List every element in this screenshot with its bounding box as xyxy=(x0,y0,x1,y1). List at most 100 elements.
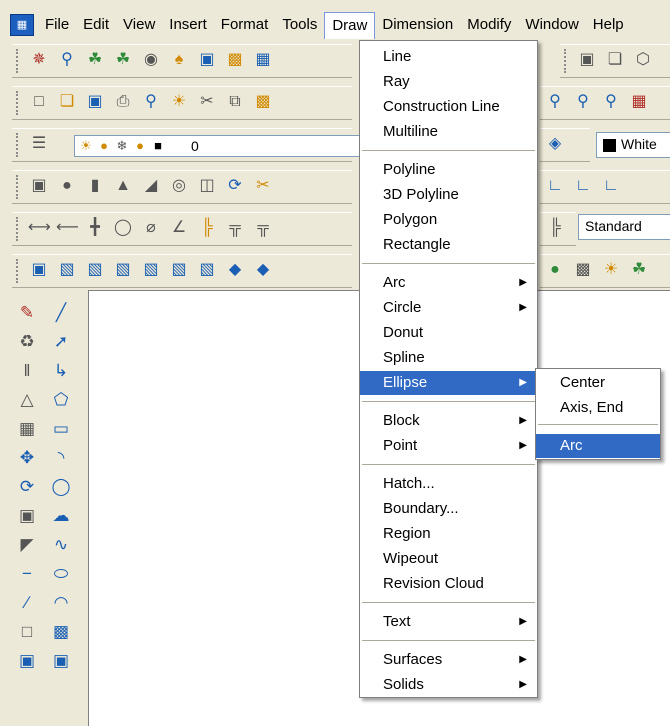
toolbar-grip[interactable] xyxy=(16,49,22,73)
draw-menu-item-solids[interactable]: Solids ▶ xyxy=(360,673,537,697)
linear-dim-icon[interactable]: ⟷ xyxy=(28,217,51,239)
zoom-icon[interactable]: ⚲ xyxy=(56,49,78,71)
lights-icon[interactable]: ☀ xyxy=(600,259,622,281)
color-palette-icon[interactable]: ▦ xyxy=(628,91,650,113)
menu-edit[interactable]: Edit xyxy=(76,12,116,38)
spline-icon[interactable]: ∿ xyxy=(50,534,72,556)
ellipse-submenu-item-center[interactable]: Center xyxy=(536,371,660,395)
orbit2-icon[interactable]: ☘ xyxy=(112,49,134,71)
named-views-icon[interactable]: ▣ xyxy=(196,49,218,71)
menu-insert[interactable]: Insert xyxy=(162,12,214,38)
toolbar-grip[interactable] xyxy=(16,91,22,115)
scenes-icon[interactable]: ▩ xyxy=(572,259,594,281)
menu-view[interactable]: View xyxy=(116,12,162,38)
layer-manager-icon[interactable]: ☰ xyxy=(28,133,50,155)
polygon-icon[interactable]: ⬠ xyxy=(50,389,72,411)
circle-icon[interactable]: ◯ xyxy=(50,476,72,498)
draw-menu-item-polygon[interactable]: Polygon xyxy=(360,208,537,232)
extrude-icon[interactable]: ◫ xyxy=(196,175,218,197)
draw-menu-item-revision-cloud[interactable]: Revision Cloud xyxy=(360,572,537,596)
toolbar-grip[interactable] xyxy=(16,259,22,283)
ellipse-icon[interactable]: ⬭ xyxy=(50,563,72,585)
box-icon[interactable]: ▣ xyxy=(28,175,50,197)
copy-icon[interactable]: ⧉ xyxy=(224,91,246,113)
view-top-icon[interactable]: ▣ xyxy=(576,49,598,71)
baseline-dim-icon[interactable]: ╦ xyxy=(224,217,246,239)
draw-menu-item-construction-line[interactable]: Construction Line xyxy=(360,95,537,119)
revolve-icon[interactable]: ⟳ xyxy=(224,175,246,197)
scale-icon[interactable]: ▣ xyxy=(16,505,38,527)
zoom-window-icon[interactable]: ⚲ xyxy=(572,91,594,113)
preview-icon[interactable]: ⚲ xyxy=(140,91,162,113)
view-iso-icon[interactable]: ❏ xyxy=(604,49,626,71)
landscape-icon[interactable]: ☘ xyxy=(628,259,650,281)
open-icon[interactable]: ❏ xyxy=(56,91,78,113)
pan-icon[interactable]: ✵ xyxy=(28,49,50,71)
view-top-icon[interactable]: ▧ xyxy=(56,259,78,281)
ordinate-dim-icon[interactable]: ╋ xyxy=(84,217,106,239)
draw-menu-item-point[interactable]: Point ▶ xyxy=(360,434,537,458)
make-current-icon[interactable]: ◈ xyxy=(544,133,566,155)
view-right-icon[interactable]: ▧ xyxy=(140,259,162,281)
toolbar-grip[interactable] xyxy=(16,217,22,241)
menu-modify[interactable]: Modify xyxy=(460,12,518,38)
break-icon[interactable]: □ xyxy=(16,621,38,643)
stretch-icon[interactable]: ◤ xyxy=(16,534,38,556)
menu-draw[interactable]: Draw xyxy=(324,12,376,39)
print-icon[interactable]: ⎙ xyxy=(112,91,134,113)
copy-object-icon[interactable]: ♻ xyxy=(16,331,38,353)
menu-help[interactable]: Help xyxy=(586,12,631,38)
draw-menu-item-ray[interactable]: Ray xyxy=(360,70,537,94)
ellipse-arc-icon[interactable]: ◠ xyxy=(50,592,72,614)
aligned-dim-icon[interactable]: ⟵ xyxy=(56,217,79,239)
app-icon[interactable]: ▦ xyxy=(10,14,34,36)
draw-menu-item-3d-polyline[interactable]: 3D Polyline xyxy=(360,183,537,207)
new-icon[interactable]: □ xyxy=(28,91,50,113)
trim-icon[interactable]: − xyxy=(16,563,38,585)
draw-menu-item-polyline[interactable]: Polyline xyxy=(360,158,537,182)
torus-icon[interactable]: ◎ xyxy=(168,175,190,197)
se-iso-icon[interactable]: ◆ xyxy=(252,259,274,281)
menu-format[interactable]: Format xyxy=(214,12,276,38)
orbit-icon[interactable]: ☘ xyxy=(84,49,106,71)
ucs-icon[interactable]: ∟ xyxy=(544,175,566,197)
freeze-icon[interactable]: ❄ xyxy=(115,139,129,153)
lock-icon[interactable]: ● xyxy=(133,139,147,153)
draw-menu-item-hatch[interactable]: Hatch... xyxy=(360,472,537,496)
draw-menu-item-region[interactable]: Region xyxy=(360,522,537,546)
line-icon[interactable]: ╱ xyxy=(50,302,72,324)
sw-iso-icon[interactable]: ◆ xyxy=(224,259,246,281)
render-icon[interactable]: ▣ xyxy=(28,259,50,281)
zoom-previous-icon[interactable]: ⚲ xyxy=(600,91,622,113)
radius-dim-icon[interactable]: ◯ xyxy=(112,217,134,239)
menu-tools[interactable]: Tools xyxy=(275,12,324,38)
color-dropdown[interactable]: White xyxy=(596,132,670,158)
draw-menu-item-wipeout[interactable]: Wipeout xyxy=(360,547,537,571)
mirror-icon[interactable]: ‖ xyxy=(16,360,38,382)
move-icon[interactable]: ✥ xyxy=(16,447,38,469)
paste-icon[interactable]: ▩ xyxy=(252,91,274,113)
ellipse-submenu-item-axis-end[interactable]: Axis, End xyxy=(536,396,660,420)
revision-cloud-icon[interactable]: ☁ xyxy=(50,505,72,527)
rectangle-icon[interactable]: ▭ xyxy=(50,418,72,440)
draw-menu-item-circle[interactable]: Circle ▶ xyxy=(360,296,537,320)
draw-menu-item-boundary[interactable]: Boundary... xyxy=(360,497,537,521)
view-cube-icon[interactable]: ⬡ xyxy=(632,49,654,71)
toolbar-grip[interactable] xyxy=(564,49,570,73)
draw-menu-item-multiline[interactable]: Multiline xyxy=(360,120,537,144)
join-icon[interactable]: ▣ xyxy=(16,650,38,672)
draw-menu-item-line[interactable]: Line xyxy=(360,45,537,69)
menu-dimension[interactable]: Dimension xyxy=(375,12,460,38)
view-back-icon[interactable]: ▧ xyxy=(196,259,218,281)
dim-style-icon[interactable]: ╠ xyxy=(544,217,566,239)
view-front-icon[interactable]: ▧ xyxy=(168,259,190,281)
diameter-dim-icon[interactable]: ⌀ xyxy=(140,217,162,239)
angular-dim-icon[interactable]: ∠ xyxy=(168,217,190,239)
view-bottom-icon[interactable]: ▧ xyxy=(84,259,106,281)
quick-dim-icon[interactable]: ╠ xyxy=(196,217,218,239)
toolbar-grip[interactable] xyxy=(16,133,22,157)
erase-icon[interactable]: ✎ xyxy=(16,302,38,324)
menu-window[interactable]: Window xyxy=(518,12,585,38)
draw-menu-item-text[interactable]: Text ▶ xyxy=(360,610,537,634)
slice-icon[interactable]: ✂ xyxy=(252,175,274,197)
